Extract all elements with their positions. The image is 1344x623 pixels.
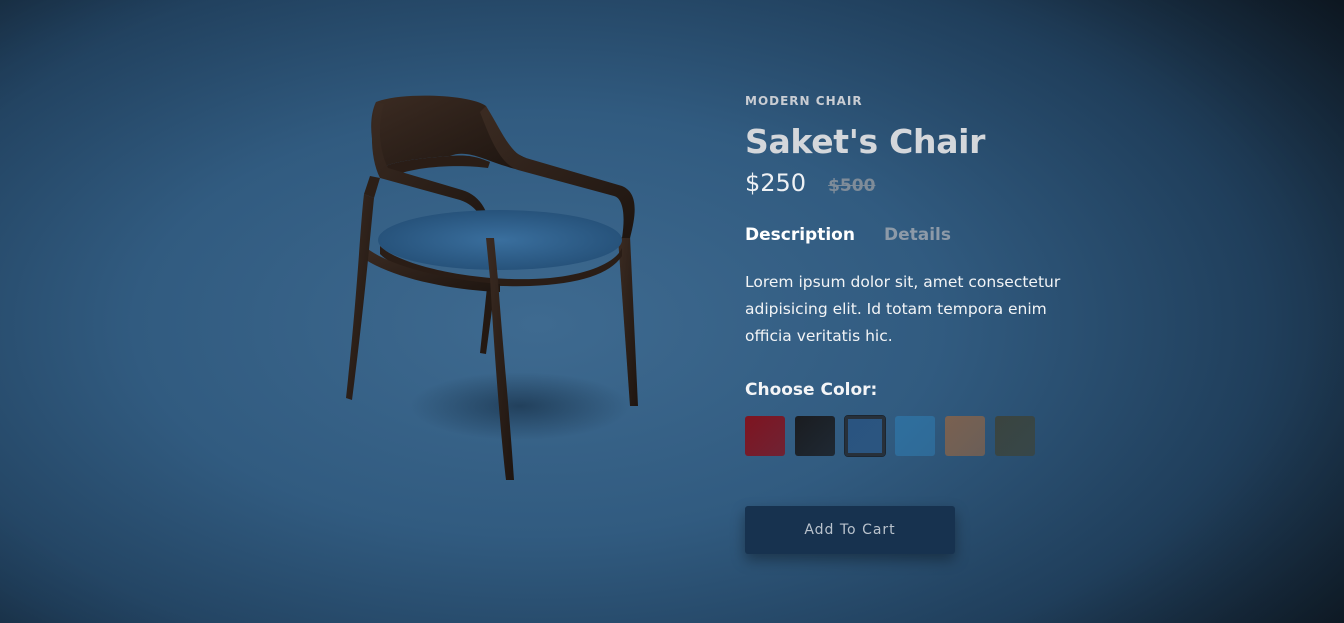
product-info: MODERN CHAIR Saket's Chair $250 $500 Des… [745,94,1105,554]
color-swatch-light-blue[interactable] [895,416,935,456]
color-swatch-red[interactable] [745,416,785,456]
color-swatches [745,415,1105,457]
add-to-cart-button[interactable]: Add To Cart [745,506,955,554]
price-row: $250 $500 [745,169,1105,197]
original-price: $500 [828,176,876,196]
product-image [330,88,670,488]
background-vignette [0,0,1344,623]
color-picker-label: Choose Color: [745,380,878,400]
color-swatch-brown[interactable] [945,416,985,456]
chair-illustration [346,95,638,480]
color-swatch-navy-blue[interactable] [844,415,886,457]
product-name: Saket's Chair [745,122,986,161]
tab-details[interactable]: Details [884,225,951,245]
color-swatch-dark-green[interactable] [995,416,1035,456]
product-category: MODERN CHAIR [745,94,863,108]
product-description: Lorem ipsum dolor sit, amet consectetur … [745,273,1061,345]
current-price: $250 [745,169,807,197]
color-swatch-black[interactable] [795,416,835,456]
tab-description[interactable]: Description [745,225,855,245]
info-tabs: Description Details [745,225,1105,245]
